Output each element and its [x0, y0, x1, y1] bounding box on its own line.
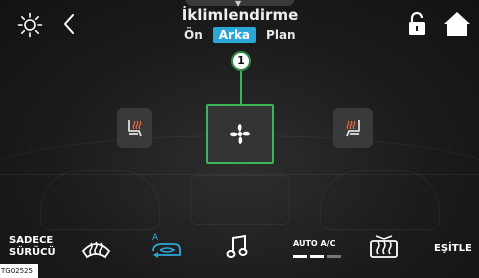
- rear-defrost-icon[interactable]: [368, 234, 400, 260]
- sync-button[interactable]: EŞİTLE: [434, 243, 472, 255]
- auto-ac-bar: [293, 255, 307, 258]
- right-seat-outline: [320, 170, 440, 230]
- climate-screen: ▼ İklimlendirme Ön Arka Plan 1 SADECE SÜ…: [0, 0, 479, 278]
- front-defrost-icon[interactable]: [81, 233, 111, 261]
- callout-number-badge: 1: [231, 51, 251, 71]
- center-console-outline: [190, 175, 290, 225]
- right-seat-heat-button[interactable]: [333, 108, 373, 148]
- seat-heat-icon: [346, 120, 360, 137]
- unlock-icon[interactable]: [406, 10, 428, 38]
- auto-ac-label[interactable]: AUTO A/C: [293, 238, 335, 250]
- auto-ac-level-bars: [293, 255, 341, 258]
- home-icon[interactable]: [443, 10, 471, 38]
- callout-line: [240, 68, 242, 104]
- auto-ac-bar: [310, 255, 324, 258]
- recirculation-icon[interactable]: A: [150, 231, 184, 261]
- tab-on[interactable]: Ön: [178, 27, 209, 43]
- tab-plan[interactable]: Plan: [260, 27, 302, 43]
- figure-code: TG02525: [0, 264, 38, 278]
- rear-fan-button[interactable]: [206, 104, 274, 164]
- tab-bar: Ön Arka Plan: [178, 27, 302, 43]
- driver-only-line2: SÜRÜCÜ: [9, 247, 56, 258]
- music-note-icon[interactable]: [226, 234, 248, 260]
- seat-heat-icon: [127, 120, 142, 137]
- left-seat-heat-button[interactable]: [117, 108, 152, 148]
- driver-only-button[interactable]: SADECE SÜRÜCÜ: [9, 235, 56, 259]
- back-chevron-icon[interactable]: [60, 12, 78, 36]
- sun-icon[interactable]: [17, 12, 43, 38]
- tab-arka[interactable]: Arka: [212, 27, 257, 43]
- auto-ac-bar: [327, 255, 341, 258]
- left-seat-outline: [40, 170, 160, 230]
- fan-icon: [230, 124, 250, 144]
- driver-only-line1: SADECE: [9, 235, 54, 246]
- svg-text:A: A: [152, 233, 159, 243]
- page-title: İklimlendirme: [181, 6, 299, 24]
